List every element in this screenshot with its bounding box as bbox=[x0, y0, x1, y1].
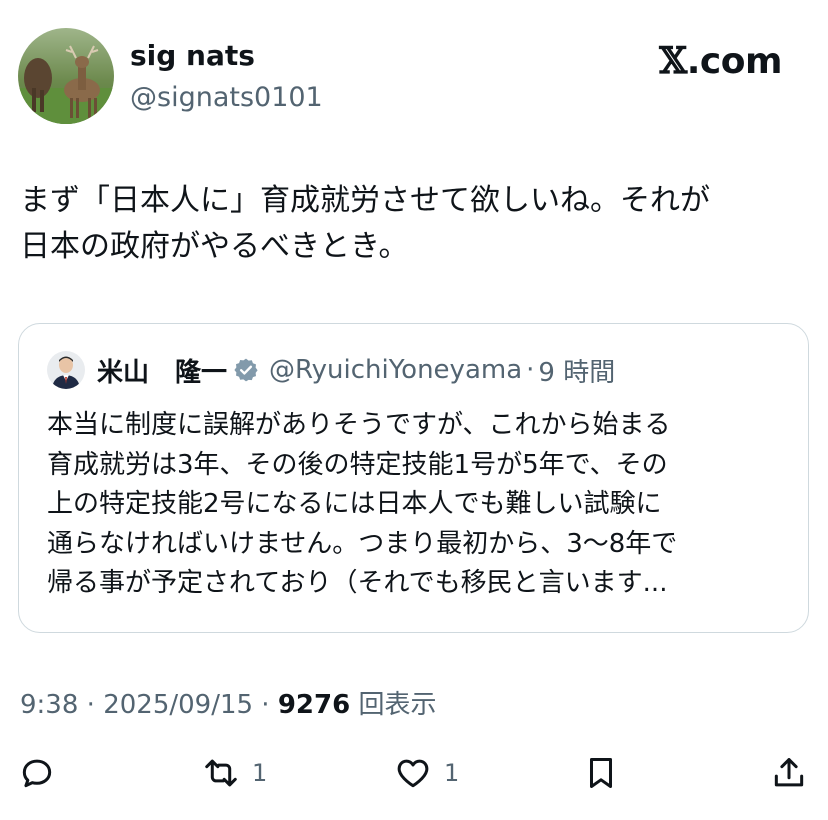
meta-separator: · bbox=[78, 690, 104, 720]
heart-icon bbox=[397, 759, 429, 788]
tweet-line: まず「日本人に」育成就労させて欲しいね。それが bbox=[20, 183, 710, 218]
tweet-time[interactable]: 9:38 bbox=[20, 690, 78, 720]
reply-button[interactable] bbox=[18, 748, 56, 798]
share-icon bbox=[774, 758, 804, 787]
x-com-logo: 𝕏.com bbox=[659, 40, 782, 82]
quoted-author-handle: @RyuichiYoneyama bbox=[269, 355, 523, 385]
tweet-text: まず「日本人に」育成就労させて欲しいね。それが 日本の政府がやるべきとき。 bbox=[20, 178, 810, 270]
tweet-line: 日本の政府がやるべきとき。 bbox=[20, 229, 409, 264]
like-button[interactable]: 1 bbox=[394, 748, 459, 798]
like-count: 1 bbox=[444, 759, 460, 787]
quoted-line: 本当に制度に誤解がありそうですが、これから始まる bbox=[47, 410, 671, 440]
bookmark-button[interactable] bbox=[582, 748, 620, 798]
verified-badge-icon bbox=[234, 358, 258, 382]
views-count: 9276 bbox=[277, 690, 351, 720]
tweet-header: sig nats @signats0101 𝕏.com bbox=[18, 28, 810, 126]
deer-avatar-image bbox=[18, 28, 114, 124]
reply-icon bbox=[22, 759, 52, 788]
brand-suffix: .com bbox=[686, 41, 783, 82]
share-button[interactable] bbox=[770, 748, 808, 798]
quoted-line: 帰る事が予定されており（それでも移民と言います... bbox=[47, 568, 668, 598]
quoted-line: 上の特定技能2号になるには日本人でも難しい試験に bbox=[47, 489, 662, 519]
tweet-date[interactable]: 2025/09/15 bbox=[103, 690, 253, 720]
quoted-separator: · bbox=[526, 355, 535, 385]
quoted-tweet[interactable]: 米山 隆一 @RyuichiYoneyama · 9 時間 本当に制度に誤解があ… bbox=[18, 323, 809, 633]
meta-separator: · bbox=[253, 690, 278, 720]
author-handle[interactable]: @signats0101 bbox=[130, 82, 323, 114]
bookmark-icon bbox=[589, 758, 613, 788]
x-logo-icon: 𝕏 bbox=[659, 40, 687, 82]
author-name-block: sig nats @signats0101 bbox=[130, 40, 323, 114]
author-display-name[interactable]: sig nats bbox=[130, 40, 323, 72]
retweet-button[interactable]: 1 bbox=[202, 748, 267, 798]
quoted-author-avatar bbox=[47, 351, 85, 389]
tweet-action-bar: 1 1 bbox=[0, 748, 828, 798]
views-label: 回表示 bbox=[350, 690, 437, 720]
quoted-timestamp: 9 時間 bbox=[538, 357, 616, 388]
retweet-count: 1 bbox=[252, 759, 268, 787]
quoted-tweet-text: 本当に制度に誤解がありそうですが、これから始まる 育成就労は3年、その後の特定技… bbox=[47, 406, 787, 604]
author-avatar[interactable] bbox=[18, 28, 114, 124]
tweet-meta: 9:38 · 2025/09/15 · 9276 回表示 bbox=[20, 684, 436, 721]
quoted-line: 通らなければいけません。つまり最初から、3〜8年で bbox=[47, 528, 678, 559]
quoted-tweet-header: 米山 隆一 @RyuichiYoneyama · 9 時間 bbox=[47, 350, 787, 390]
retweet-icon bbox=[205, 759, 237, 787]
quoted-line: 育成就労は3年、その後の特定技能1号が5年で、その bbox=[47, 449, 668, 480]
quoted-author-name: 米山 隆一 bbox=[97, 357, 228, 388]
